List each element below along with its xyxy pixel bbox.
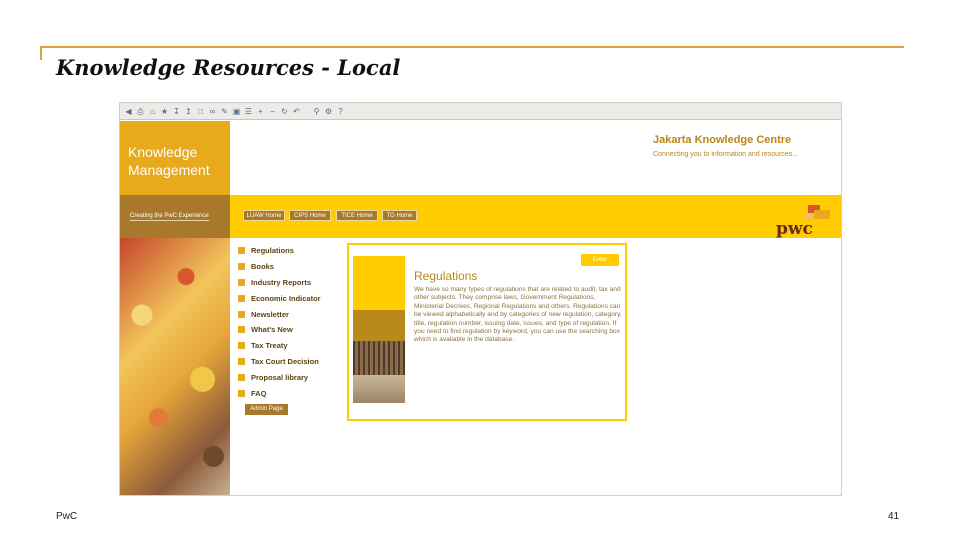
bullet (238, 263, 245, 271)
minus-icon[interactable]: − (268, 107, 277, 116)
logo-text: pwc (776, 219, 813, 239)
menu-item-label: Regulations (251, 246, 294, 256)
bullet (238, 247, 245, 255)
menu-item-tax-court-decision[interactable]: Tax Court Decision (238, 354, 348, 370)
page-number: 41 (888, 511, 900, 522)
tagline-band: Creating the PwC Experience (120, 195, 230, 238)
site-header (230, 121, 841, 195)
refresh-icon[interactable]: ↻ (280, 107, 289, 116)
menu-item-proposal-library[interactable]: Proposal library (238, 369, 348, 385)
feature-heading: Regulations (414, 269, 478, 283)
feature-body: We have so many types of regulations tha… (414, 286, 622, 344)
title-rule-tick (40, 46, 42, 60)
menu-item-label: Industry Reports (251, 277, 312, 287)
nav-band: LUAW Home CIPS Home TICE Home TG Home pw… (230, 195, 841, 239)
download-icon[interactable]: ↧ (172, 107, 181, 116)
bullet (238, 310, 245, 318)
back-icon[interactable]: ◀ (124, 107, 133, 116)
menu-item-faq[interactable]: FAQ (238, 385, 348, 401)
pwc-logo[interactable]: pwc (776, 205, 836, 239)
slide-title: Knowledge Resources - Local (56, 55, 401, 80)
feature-block-brown (353, 310, 405, 341)
link-icon[interactable]: ∞ (208, 107, 217, 116)
menu-item-label: Books (251, 262, 274, 272)
menu-item-regulations[interactable]: Regulations (238, 243, 348, 259)
bullet (238, 373, 245, 381)
browser-screenshot: ◀ ⎙ ⌂ ★ ↧ ↥ □ ∞ ✎ ▣ ☰ + − ↻ ↶ ⚲ ⚙ ? Know… (119, 102, 842, 496)
home-icon[interactable]: ⌂ (148, 107, 157, 116)
bullet (238, 389, 245, 397)
menu-item-tax-treaty[interactable]: Tax Treaty (238, 338, 348, 354)
menu-item-label: Tax Court Decision (251, 356, 319, 366)
up-icon[interactable]: ↥ (184, 107, 193, 116)
footer-brand: PwC (56, 511, 78, 522)
folder-icon[interactable]: □ (196, 107, 205, 116)
edit-icon[interactable]: ✎ (220, 107, 229, 116)
feature-block-yellow (353, 256, 405, 310)
logo-block-orange (814, 210, 830, 219)
menu-item-label: FAQ (251, 388, 267, 398)
centre-title: Jakarta Knowledge Centre (653, 134, 792, 146)
nav-button-tice[interactable]: TICE Home (336, 210, 378, 221)
nav-button-luaw[interactable]: LUAW Home (243, 210, 285, 221)
settings-icon[interactable]: ⚙ (324, 107, 333, 116)
bullet (238, 278, 245, 286)
bookmark-icon[interactable]: ★ (160, 107, 169, 116)
km-header-panel: Knowledge Management (120, 121, 230, 195)
menu-item-newsletter[interactable]: Newsletter (238, 306, 348, 322)
menu-item-label: Tax Treaty (251, 341, 288, 351)
tagline: Creating the PwC Experience (130, 213, 209, 221)
km-title: Knowledge Management (128, 144, 210, 178)
enter-button[interactable]: Enter (581, 254, 619, 266)
nav-button-cips[interactable]: CIPS Home (289, 210, 331, 221)
menu-item-label: Newsletter (251, 309, 289, 319)
admin-page-button[interactable]: Admin Page (245, 404, 288, 415)
menu-item-economic-indicator[interactable]: Economic Indicator (238, 290, 348, 306)
zoom-icon[interactable]: ⚲ (312, 107, 321, 116)
title-rule (40, 46, 904, 48)
save-icon[interactable]: ▣ (232, 107, 241, 116)
menu-item-industry-reports[interactable]: Industry Reports (238, 275, 348, 291)
menu-item-books[interactable]: Books (238, 259, 348, 275)
menu-item-label: What's New (251, 325, 293, 335)
bullet (238, 357, 245, 365)
undo-icon[interactable]: ↶ (292, 107, 301, 116)
decorative-photo (120, 238, 230, 495)
list-icon[interactable]: ☰ (244, 107, 253, 116)
bullet (238, 342, 245, 350)
centre-subtitle: Connecting you to information and resour… (653, 151, 799, 158)
regulations-feature-box: Enter Regulations We have so many types … (347, 243, 627, 421)
help-icon[interactable]: ? (336, 107, 345, 116)
nav-button-tg[interactable]: TG Home (382, 210, 417, 221)
menu-item-label: Proposal library (251, 372, 309, 382)
print-icon[interactable]: ⎙ (136, 107, 145, 116)
browser-toolbar: ◀ ⎙ ⌂ ★ ↧ ↥ □ ∞ ✎ ▣ ☰ + − ↻ ↶ ⚲ ⚙ ? (120, 103, 841, 120)
left-menu: Regulations Books Industry Reports Econo… (238, 243, 348, 401)
add-icon[interactable]: + (256, 107, 265, 116)
menu-item-whats-new[interactable]: What's New (238, 322, 348, 338)
bullet (238, 294, 245, 302)
menu-item-label: Economic Indicator (251, 293, 321, 303)
library-photo-floor (353, 375, 405, 403)
bullet (238, 326, 245, 334)
